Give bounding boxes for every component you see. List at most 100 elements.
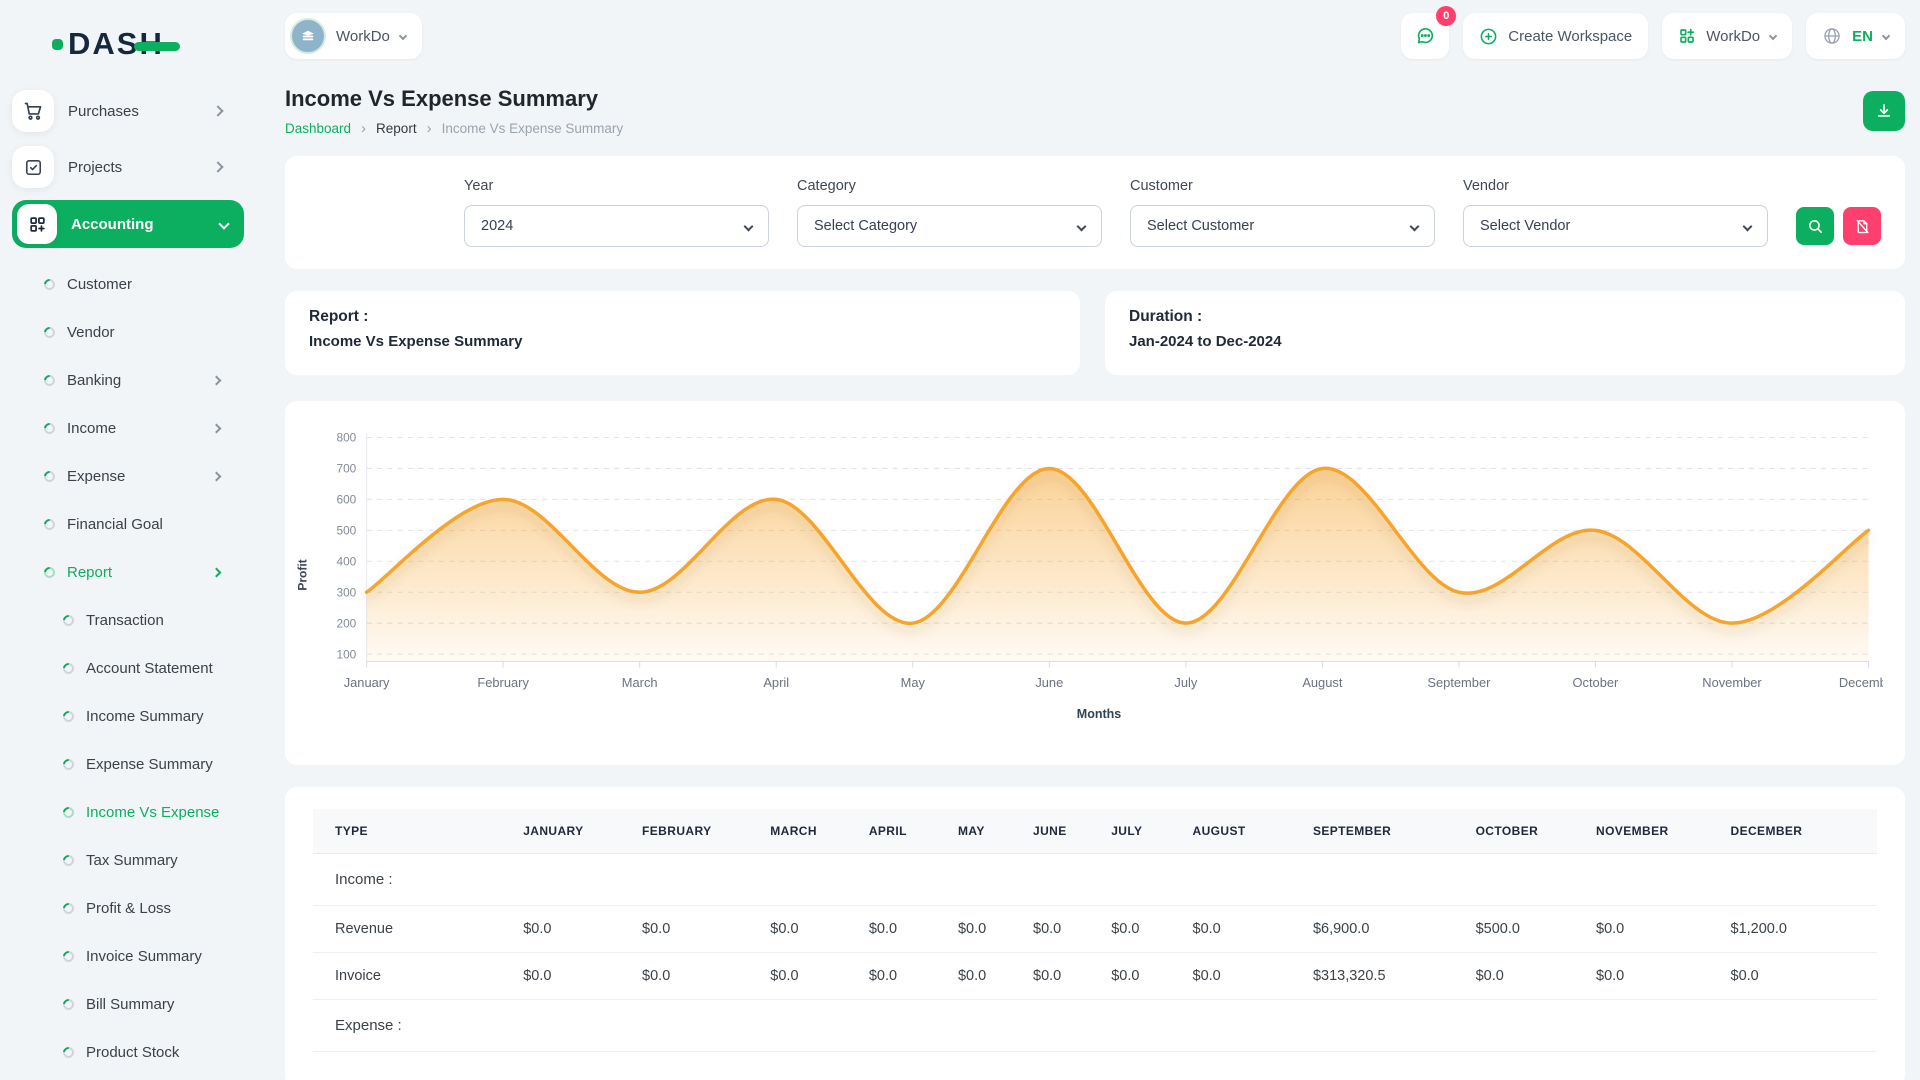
- chevron-down-icon: [744, 221, 754, 231]
- bullet-ring-icon: [42, 372, 57, 387]
- svg-text:September: September: [1427, 675, 1491, 690]
- sidebar-item-label: Projects: [68, 159, 214, 176]
- chevron-down-icon: [1769, 32, 1777, 40]
- sidebar-item-banking[interactable]: Banking: [12, 358, 244, 402]
- sidebar-item-projects[interactable]: Projects: [12, 144, 244, 190]
- sidebar-item-expense[interactable]: Expense: [12, 454, 244, 498]
- messages-badge: 0: [1436, 6, 1456, 26]
- breadcrumb-dashboard-link[interactable]: Dashboard: [285, 121, 351, 136]
- col-october: OCTOBER: [1466, 809, 1586, 854]
- grid-plus-icon: [1678, 27, 1696, 45]
- sidebar-item-income-vs-expense[interactable]: Income Vs Expense: [12, 790, 244, 834]
- income-vs-expense-chart: 800700600500400300200100JanuaryFebruaryM…: [315, 421, 1883, 702]
- expense-section-row: Expense :: [313, 1000, 1877, 1052]
- col-july: JULY: [1101, 809, 1182, 854]
- topbar-actions: 0 Create Workspace WorkDo EN: [1401, 13, 1905, 59]
- sidebar-item-product-stock[interactable]: Product Stock: [12, 1030, 244, 1074]
- svg-text:October: October: [1573, 675, 1620, 690]
- apply-filter-button[interactable]: [1796, 207, 1834, 245]
- sidebar-item-account-statement[interactable]: Account Statement: [12, 646, 244, 690]
- check-square-icon: [12, 146, 54, 188]
- table-header-row: TYPE JANUARY FEBRUARY MARCH APRIL MAY JU…: [313, 809, 1877, 854]
- create-workspace-button[interactable]: Create Workspace: [1463, 13, 1648, 59]
- svg-text:April: April: [763, 675, 789, 690]
- chevron-right-icon: [212, 375, 222, 385]
- plus-circle-icon: [1479, 27, 1498, 46]
- sidebar-item-financial-goal[interactable]: Financial Goal: [12, 502, 244, 546]
- summary-cards: Report : Income Vs Expense Summary Durat…: [285, 291, 1905, 375]
- customer-select[interactable]: Select Customer: [1130, 205, 1435, 247]
- svg-text:June: June: [1035, 675, 1063, 690]
- sidebar-item-report[interactable]: Report: [12, 550, 244, 594]
- table-row-invoice: Invoice $0.0 $0.0 $0.0 $0.0 $0.0 $0.0 $0…: [313, 953, 1877, 1000]
- chevron-down-icon: [1882, 32, 1890, 40]
- chevron-right-icon: [212, 471, 222, 481]
- sidebar-item-transaction[interactable]: Transaction: [12, 598, 244, 642]
- category-select[interactable]: Select Category: [797, 205, 1102, 247]
- vendor-select[interactable]: Select Vendor: [1463, 205, 1768, 247]
- sidebar-item-invoice-summary[interactable]: Invoice Summary: [12, 934, 244, 978]
- sidebar-item-tax-summary[interactable]: Tax Summary: [12, 838, 244, 882]
- col-january: JANUARY: [513, 809, 632, 854]
- download-icon: [1875, 102, 1893, 120]
- accounting-submenu: Customer Vendor Banking Income Expense: [12, 262, 244, 1080]
- col-december: DECEMBER: [1721, 809, 1878, 854]
- sidebar-item-expense-summary[interactable]: Expense Summary: [12, 742, 244, 786]
- bullet-ring-icon: [42, 276, 57, 291]
- sidebar-item-accounting[interactable]: Accounting: [12, 200, 244, 248]
- monthly-table-card: TYPE JANUARY FEBRUARY MARCH APRIL MAY JU…: [285, 787, 1905, 1080]
- bullet-ring-icon: [61, 1044, 76, 1059]
- income-expense-table: TYPE JANUARY FEBRUARY MARCH APRIL MAY JU…: [313, 809, 1877, 1052]
- workspace-switcher[interactable]: WorkDo: [285, 13, 422, 59]
- sidebar-item-purchases[interactable]: Purchases: [12, 88, 244, 134]
- chevron-right-icon: [212, 423, 222, 433]
- sidebar-item-vendor[interactable]: Vendor: [12, 310, 244, 354]
- chevron-down-icon: [218, 218, 229, 229]
- report-card-value: Income Vs Expense Summary: [309, 333, 1056, 350]
- table-row-revenue: Revenue $0.0 $0.0 $0.0 $0.0 $0.0 $0.0 $0…: [313, 906, 1877, 953]
- grid-plus-icon: [17, 204, 57, 244]
- col-september: SEPTEMBER: [1303, 809, 1466, 854]
- year-select[interactable]: 2024: [464, 205, 769, 247]
- sidebar-item-income-summary[interactable]: Income Summary: [12, 694, 244, 738]
- reset-filter-button[interactable]: [1843, 207, 1881, 245]
- category-label: Category: [797, 178, 1102, 194]
- svg-text:March: March: [622, 675, 658, 690]
- language-selector[interactable]: EN: [1806, 13, 1905, 59]
- svg-text:May: May: [901, 675, 926, 690]
- bullet-ring-icon: [61, 708, 76, 723]
- col-february: FEBRUARY: [632, 809, 760, 854]
- sidebar: DASH Purchases Projects Accounting: [0, 0, 256, 1080]
- col-april: APRIL: [859, 809, 948, 854]
- svg-text:700: 700: [336, 462, 356, 476]
- bullet-ring-icon: [61, 852, 76, 867]
- messages-button[interactable]: 0: [1401, 13, 1449, 59]
- download-report-button[interactable]: [1863, 91, 1905, 131]
- svg-text:July: July: [1174, 675, 1197, 690]
- breadcrumb: Dashboard › Report › Income Vs Expense S…: [285, 121, 623, 136]
- search-icon: [1807, 218, 1824, 235]
- duration-card-title: Duration :: [1129, 308, 1881, 326]
- breadcrumb-separator: ›: [361, 121, 366, 136]
- bullet-ring-icon: [61, 756, 76, 771]
- chevron-right-icon: [212, 567, 222, 577]
- chat-icon: [1414, 25, 1436, 47]
- svg-text:August: August: [1302, 675, 1343, 690]
- chevron-right-icon: [212, 161, 223, 172]
- workspace-name: WorkDo: [336, 28, 390, 45]
- customer-label: Customer: [1130, 178, 1435, 194]
- sidebar-item-profit-loss[interactable]: Profit & Loss: [12, 886, 244, 930]
- bullet-ring-icon: [61, 948, 76, 963]
- sidebar-item-income[interactable]: Income: [12, 406, 244, 450]
- bullet-ring-icon: [42, 468, 57, 483]
- chevron-down-icon: [1743, 221, 1753, 231]
- sidebar-item-bill-summary[interactable]: Bill Summary: [12, 982, 244, 1026]
- duration-card-value: Jan-2024 to Dec-2024: [1129, 333, 1881, 350]
- col-may: MAY: [948, 809, 1023, 854]
- sidebar-item-customer[interactable]: Customer: [12, 262, 244, 306]
- workdo-menu-button[interactable]: WorkDo: [1662, 13, 1792, 59]
- app-logo[interactable]: DASH: [12, 22, 244, 66]
- breadcrumb-report-link[interactable]: Report: [376, 121, 417, 136]
- file-off-icon: [1854, 218, 1871, 235]
- col-june: JUNE: [1023, 809, 1101, 854]
